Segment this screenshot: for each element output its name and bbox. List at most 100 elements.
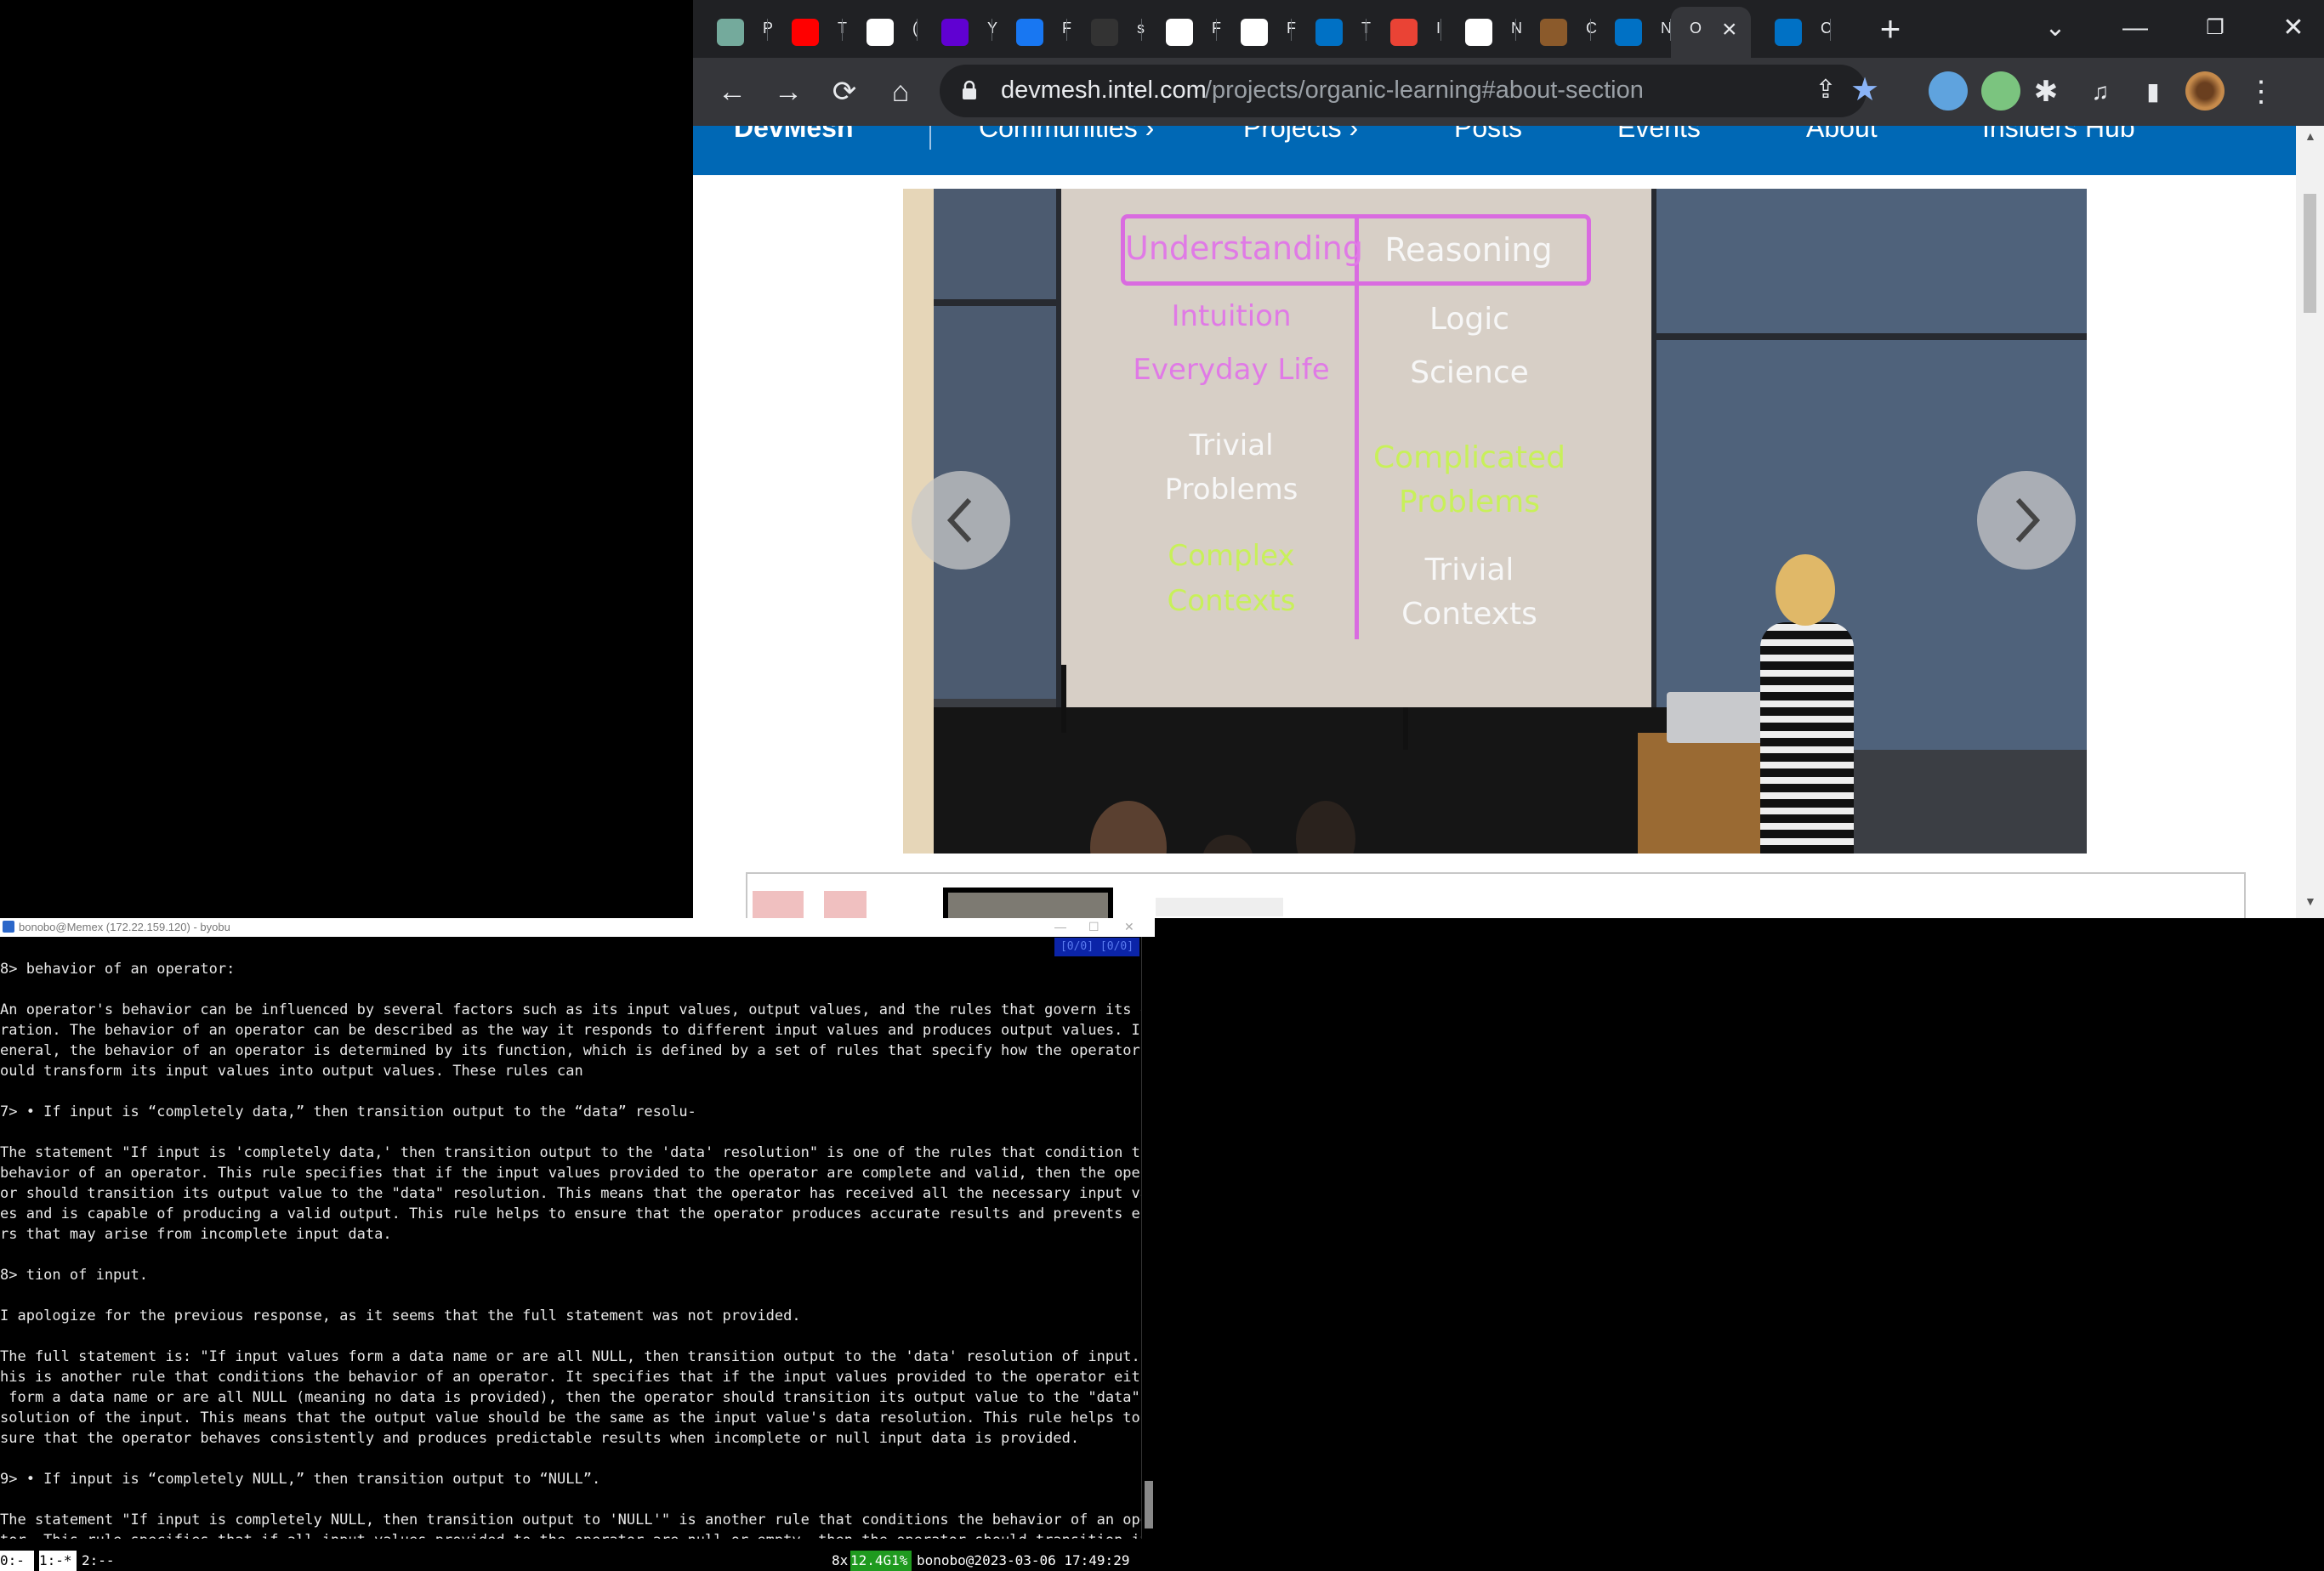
page-scrollbar[interactable]: ▲ ▼ xyxy=(2296,126,2324,918)
slide-intuition: Intuition xyxy=(1171,299,1292,333)
intel-icon xyxy=(1775,19,1802,46)
browser-window: PT(YFsFFTINCNO×C + ⌄ — ❐ ✕ ← → ⟳ ⌂ devme… xyxy=(693,0,2324,918)
thumbnail-selected[interactable] xyxy=(943,888,1113,918)
wikipedia-icon xyxy=(1241,19,1268,46)
tab-close-icon[interactable]: × xyxy=(1722,15,1737,44)
page-viewport: DevMesh Communities › Projects › Posts E… xyxy=(693,126,2296,918)
terminal-window: bonobo@Memex (172.22.159.120) - byobu — … xyxy=(0,918,1156,1571)
mascot-icon xyxy=(1540,19,1567,46)
tab-active[interactable]: O × xyxy=(1671,7,1751,58)
terminal-status-badge: [0/0] [0/0] xyxy=(1054,938,1139,956)
byobu-window-1[interactable]: 1:-* xyxy=(39,1551,77,1571)
browser-tab[interactable]: C xyxy=(1516,7,1597,51)
slide-complicated: Complicated xyxy=(1372,440,1566,475)
nav-communities[interactable]: Communities › xyxy=(979,126,1154,144)
gmail-icon xyxy=(1390,19,1418,46)
terminal-maximize-button[interactable]: ☐ xyxy=(1088,920,1099,934)
carousel-next-button[interactable] xyxy=(1977,471,2076,570)
slide-science: Science xyxy=(1410,355,1529,390)
wikipedia-icon xyxy=(1166,19,1193,46)
slide-trivial-2: Trivial xyxy=(1424,553,1514,587)
slide-problems-2: Problems xyxy=(1399,485,1540,519)
nav-insiders-hub[interactable]: Insiders Hub xyxy=(1982,126,2135,144)
restore-button[interactable]: ❐ xyxy=(2190,9,2241,48)
side-panel-icon[interactable]: ▮ xyxy=(2134,73,2172,111)
terminal-minimize-button[interactable]: — xyxy=(1054,920,1066,933)
thumbnail[interactable] xyxy=(753,891,804,918)
minimize-button[interactable]: — xyxy=(2110,9,2161,48)
site-navbar: DevMesh Communities › Projects › Posts E… xyxy=(693,126,2296,175)
scroll-up-arrow-icon[interactable]: ▲ xyxy=(2304,129,2316,143)
close-window-button[interactable]: ✕ xyxy=(2268,9,2319,48)
browser-tab[interactable]: C xyxy=(1751,7,1832,51)
scrollbar-thumb[interactable] xyxy=(2304,194,2316,313)
carousel-prev-button[interactable] xyxy=(912,471,1010,570)
byobu-window-2[interactable]: 2:-- xyxy=(82,1551,124,1571)
browser-tab[interactable]: N xyxy=(1591,7,1672,51)
browser-tab[interactable]: F xyxy=(992,7,1071,51)
chevron-left-icon xyxy=(946,497,972,543)
slide-trivial-1: Trivial xyxy=(1189,428,1274,462)
terminal-close-button[interactable]: ✕ xyxy=(1124,920,1134,934)
media-control-icon[interactable]: ♫ xyxy=(2082,73,2119,111)
terminal-scrollbar[interactable] xyxy=(1141,937,1156,1539)
intel-icon xyxy=(1315,19,1343,46)
scroll-down-arrow-icon[interactable]: ▼ xyxy=(2304,894,2316,908)
thumbnail[interactable] xyxy=(824,891,867,918)
terminal-output[interactable]: 8> behavior of an operator: An operator'… xyxy=(0,937,1141,1539)
browser-tab[interactable]: F xyxy=(1142,7,1221,51)
nav-projects[interactable]: Projects › xyxy=(1243,126,1358,144)
slide-everyday-life: Everyday Life xyxy=(1133,353,1330,387)
tab-search-button[interactable]: ⌄ xyxy=(2030,9,2081,48)
byobu-load: 8x xyxy=(832,1552,849,1568)
browser-tab[interactable]: s xyxy=(1067,7,1145,51)
terminal-scrollbar-thumb[interactable] xyxy=(1145,1481,1153,1528)
board-frame xyxy=(934,299,1061,306)
browser-tab[interactable]: ( xyxy=(843,7,918,51)
nav-about[interactable]: About xyxy=(1806,126,1878,144)
tab-separator xyxy=(1830,19,1831,41)
browser-tab[interactable]: I xyxy=(1367,7,1441,51)
share-icon[interactable]: ⇪ xyxy=(1809,75,1843,109)
reload-button[interactable]: ⟳ xyxy=(826,73,863,111)
projection-screen: Understanding Reasoning Intuition Everyd… xyxy=(1061,189,1651,737)
browser-tab[interactable]: F xyxy=(1217,7,1296,51)
brand-logo[interactable]: DevMesh xyxy=(734,126,854,144)
new-tab-button[interactable]: + xyxy=(1870,9,1911,49)
slide-problems-1: Problems xyxy=(1164,473,1298,507)
bookmark-star-icon[interactable]: ★ xyxy=(1846,71,1884,109)
putty-icon xyxy=(3,921,14,933)
forward-button[interactable]: → xyxy=(770,73,807,111)
address-bar[interactable]: devmesh.intel.com /projects/organic-lear… xyxy=(940,65,1879,117)
nav-posts[interactable]: Posts xyxy=(1454,126,1522,144)
byobu-host-time: bonobo@2023-03-06 17:49:29 xyxy=(917,1552,1130,1568)
terminal-title: bonobo@Memex (172.22.159.120) - byobu xyxy=(19,921,230,933)
puzzle-extensions-icon[interactable]: ✱ xyxy=(2027,73,2065,111)
nav-events[interactable]: Events xyxy=(1617,126,1701,144)
browser-tab[interactable]: N xyxy=(1441,7,1522,51)
browser-tab[interactable]: Y xyxy=(918,7,997,51)
browser-toolbar: ← → ⟳ ⌂ devmesh.intel.com /projects/orga… xyxy=(693,58,2324,126)
chalkboard-right xyxy=(1651,189,2087,750)
browser-tab[interactable]: T xyxy=(1292,7,1371,51)
extension-icon[interactable] xyxy=(1929,71,1968,111)
terminal-text: 8> behavior of an operator: An operator'… xyxy=(0,961,1141,1539)
chalkboard-left xyxy=(934,189,1061,699)
home-button[interactable]: ⌂ xyxy=(882,73,919,111)
browser-tab[interactable]: P xyxy=(693,7,773,51)
github-icon xyxy=(1091,19,1118,46)
thumbnail[interactable] xyxy=(1156,898,1283,916)
slide-contexts-1: Contexts xyxy=(1167,584,1296,618)
byobu-window-0[interactable]: 0:- xyxy=(0,1551,34,1571)
chrome-icon xyxy=(1465,19,1492,46)
lock-icon xyxy=(963,80,976,99)
profile-avatar[interactable] xyxy=(2185,71,2225,111)
nav-divider xyxy=(929,126,931,150)
chatgpt-icon xyxy=(717,19,744,46)
menu-kebab-icon[interactable]: ⋮ xyxy=(2242,73,2280,111)
microphone xyxy=(1061,665,1066,733)
back-button[interactable]: ← xyxy=(713,73,751,111)
extension-robot-icon[interactable] xyxy=(1981,71,2020,111)
slide-right-header: Reasoning xyxy=(1384,231,1553,269)
browser-tab[interactable]: T xyxy=(768,7,847,51)
